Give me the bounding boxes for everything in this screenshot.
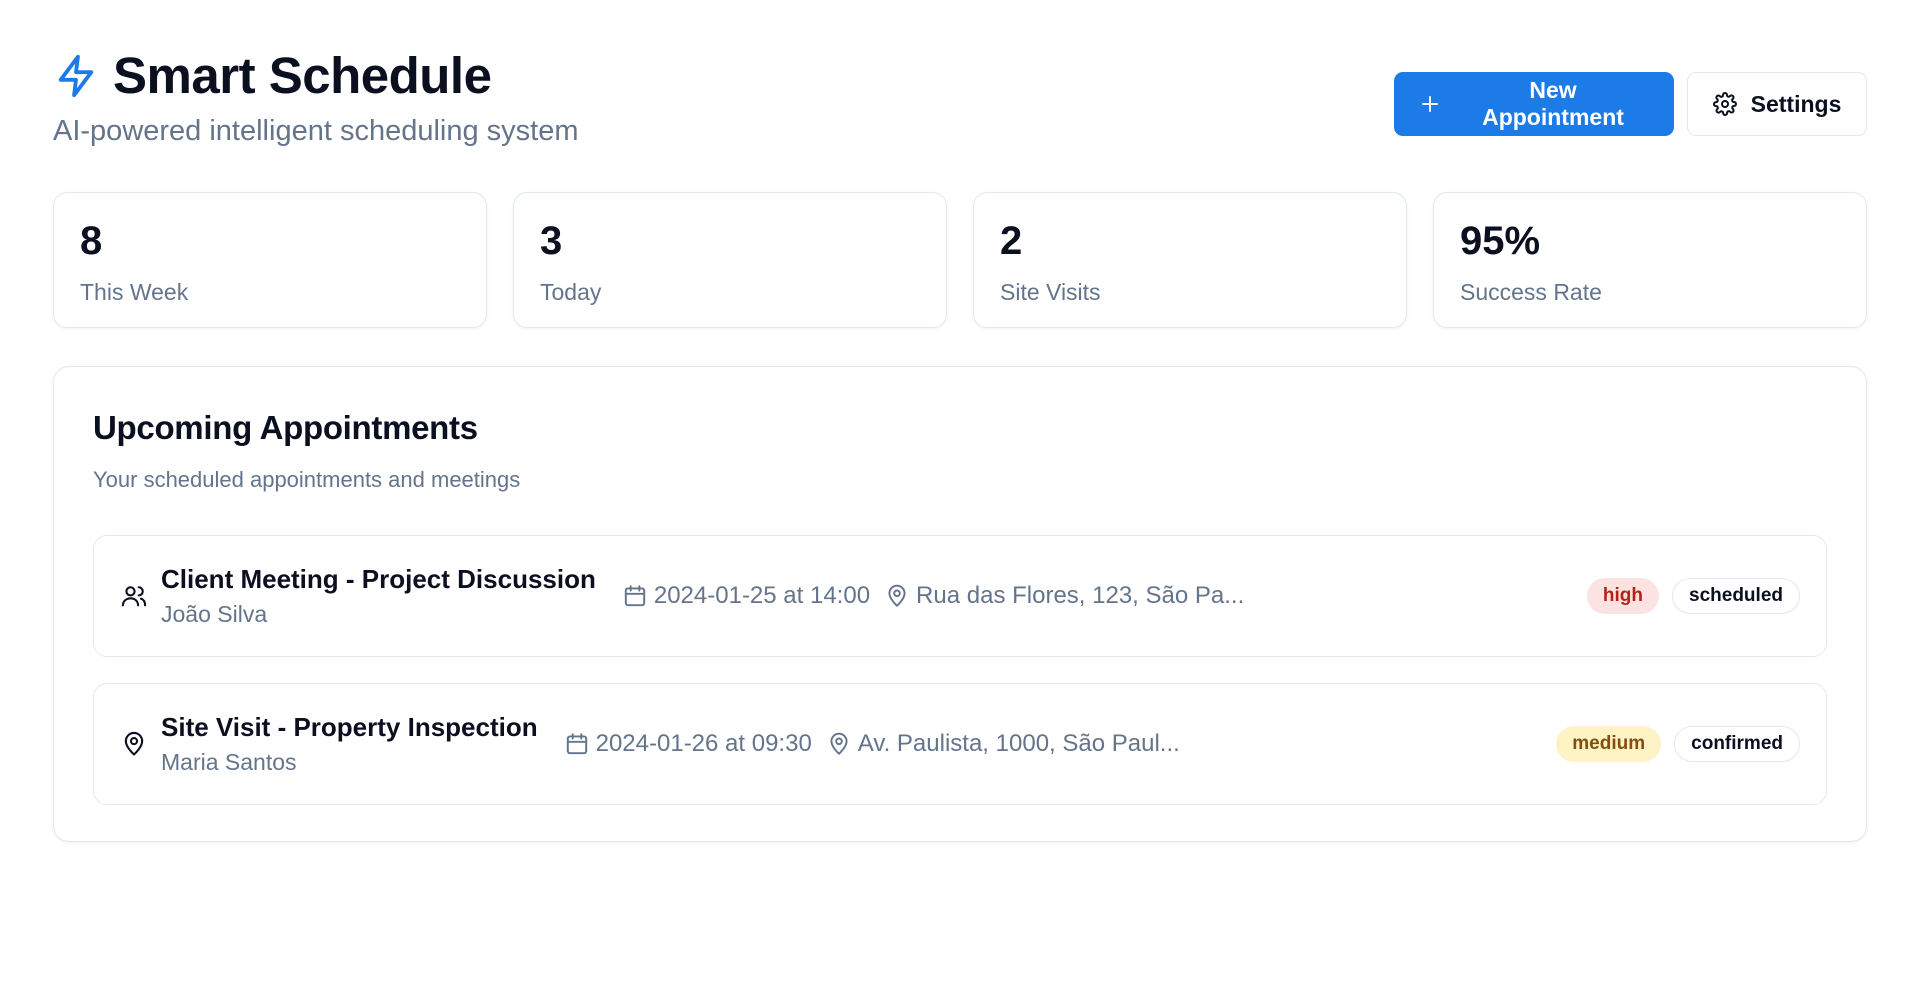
datetime-text: 2024-01-25 at 14:00: [653, 582, 871, 609]
stat-label: This Week: [80, 279, 189, 305]
header: Smart Schedule AI-powered intelligent sc…: [53, 50, 1867, 148]
location-text: Av. Paulista, 1000, São Paul...: [857, 730, 1180, 757]
location-text: Rua das Flores, 123, São Pa...: [916, 582, 1245, 609]
badges: medium confirmed: [1556, 726, 1800, 762]
datetime-text: 2024-01-26 at 09:30: [595, 730, 812, 757]
stat-value: 95%: [1460, 219, 1541, 263]
appointment-main: Client Meeting - Project Discussion João…: [161, 564, 596, 628]
appointment-location: Av. Paulista, 1000, São Paul...: [826, 730, 1180, 758]
appointment-datetime: 2024-01-25 at 14:00: [622, 582, 870, 610]
lightning-bolt-icon: [53, 53, 99, 99]
panel-subtitle: Your scheduled appointments and meetings: [93, 467, 521, 492]
upcoming-appointments-panel: Upcoming Appointments Your scheduled app…: [53, 366, 1867, 842]
map-pin-icon: [826, 731, 852, 757]
stats-row: 8 This Week 3 Today 2 Site Visits 95% Su…: [53, 192, 1867, 328]
gear-icon: [1712, 92, 1737, 116]
stat-card-success-rate: 95% Success Rate: [1433, 192, 1867, 328]
appointment-item[interactable]: Site Visit - Property Inspection Maria S…: [93, 683, 1827, 805]
stat-card-today: 3 Today: [513, 192, 947, 328]
appointment-client: João Silva: [161, 601, 268, 627]
page-subtitle: AI-powered intelligent scheduling system: [53, 115, 579, 147]
stat-value: 3: [540, 219, 563, 263]
stat-label: Site Visits: [1000, 279, 1101, 305]
calendar-icon: [564, 731, 590, 757]
title-row: Smart Schedule: [53, 50, 579, 101]
priority-badge: high: [1586, 578, 1660, 614]
map-pin-icon: [120, 730, 148, 758]
badges: high scheduled: [1586, 578, 1800, 614]
stat-card-site-visits: 2 Site Visits: [973, 192, 1407, 328]
stat-value: 8: [80, 219, 103, 263]
appointment-item[interactable]: Client Meeting - Project Discussion João…: [93, 535, 1827, 657]
new-appointment-label: New Appointment: [1482, 77, 1624, 130]
priority-badge: medium: [1556, 726, 1662, 762]
appointment-location: Rua das Flores, 123, São Pa...: [884, 582, 1244, 610]
stat-value: 2: [1000, 219, 1023, 263]
settings-label: Settings: [1750, 90, 1842, 117]
stat-card-this-week: 8 This Week: [53, 192, 487, 328]
appointment-title: Client Meeting - Project Discussion: [161, 564, 596, 594]
page-title: Smart Schedule: [113, 47, 492, 104]
users-icon: [120, 582, 148, 610]
page: Smart Schedule AI-powered intelligent sc…: [0, 0, 1920, 991]
stat-label: Today: [540, 279, 602, 305]
settings-button[interactable]: Settings: [1687, 72, 1867, 136]
appointment-title: Site Visit - Property Inspection: [161, 712, 538, 742]
title-block: Smart Schedule AI-powered intelligent sc…: [53, 50, 579, 148]
new-appointment-button[interactable]: New Appointment: [1394, 72, 1674, 136]
map-pin-icon: [884, 583, 910, 609]
appointment-client: Maria Santos: [161, 749, 297, 775]
appointment-main: Site Visit - Property Inspection Maria S…: [161, 712, 538, 776]
status-badge: scheduled: [1672, 578, 1800, 614]
panel-title: Upcoming Appointments: [93, 409, 478, 446]
status-badge: confirmed: [1674, 726, 1800, 762]
calendar-icon: [622, 583, 648, 609]
appointment-datetime: 2024-01-26 at 09:30: [564, 730, 812, 758]
header-actions: New Appointment Settings: [1394, 72, 1867, 136]
stat-label: Success Rate: [1460, 279, 1602, 305]
plus-icon: [1418, 92, 1442, 116]
appointment-list: Client Meeting - Project Discussion João…: [93, 535, 1827, 805]
